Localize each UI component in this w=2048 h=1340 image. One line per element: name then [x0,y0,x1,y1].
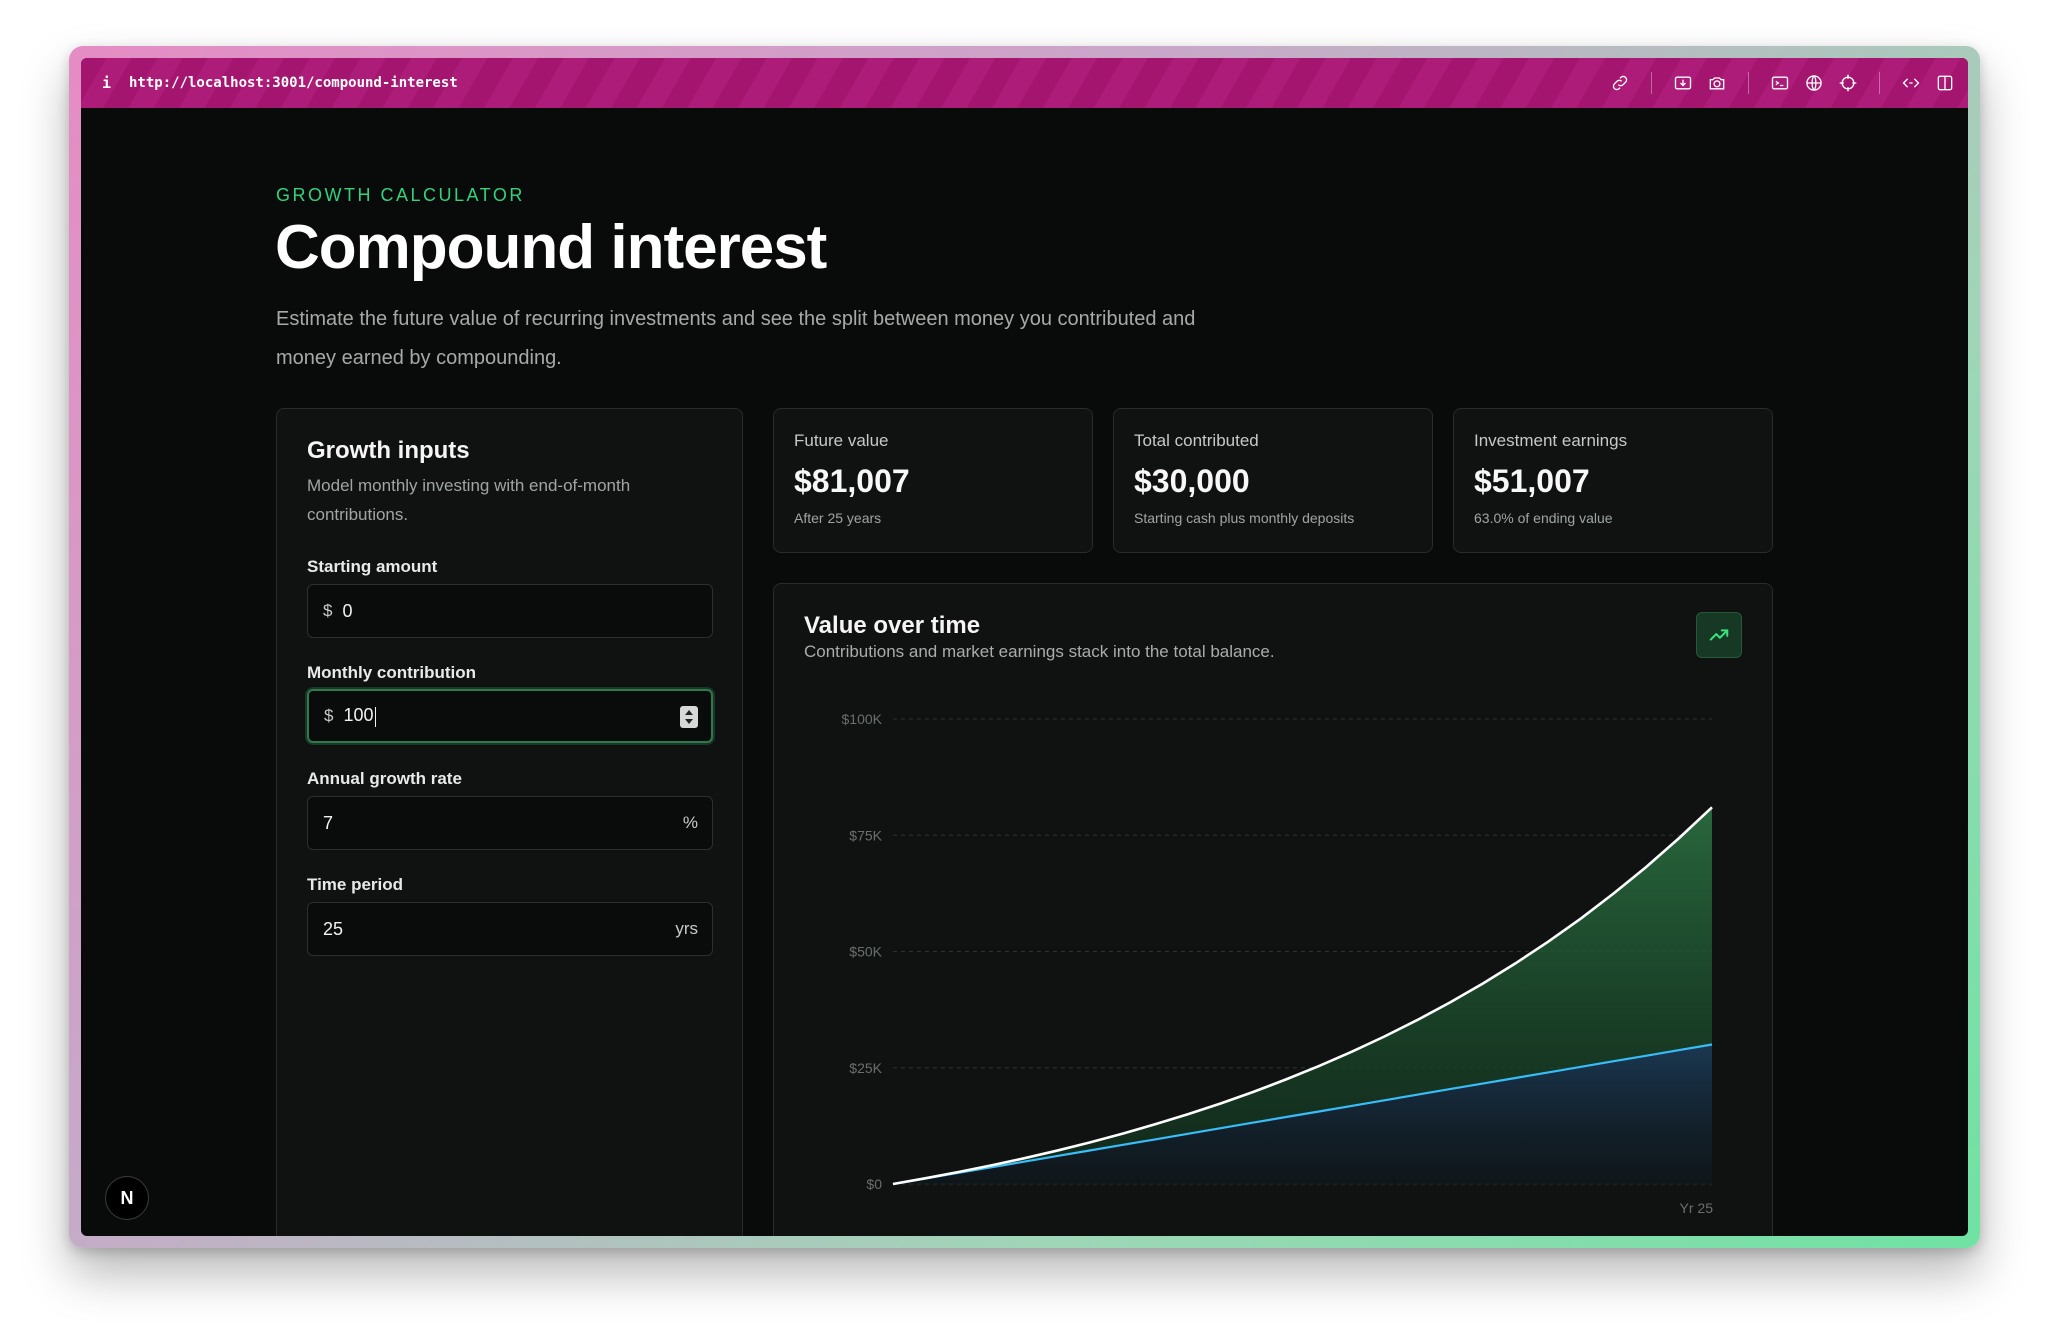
next-dev-badge[interactable]: N [105,1176,149,1220]
y-tick-label: $50K [849,944,882,960]
inputs-subtitle: Model monthly investing with end-of-mont… [307,476,631,524]
link-icon[interactable] [1603,66,1637,100]
toolbar-separator [1748,72,1749,94]
number-stepper[interactable] [680,706,698,728]
monthly-contribution-label: Monthly contribution [307,663,477,682]
stat-card-total-contributed: Total contributed $30,000 Starting cash … [1113,408,1433,553]
starting-amount-field[interactable]: $ 0 [307,584,713,638]
time-period-value[interactable]: 25 [323,919,343,940]
y-tick-label: $75K [849,827,882,843]
stat-card-investment-earnings: Investment earnings $51,007 63.0% of end… [1453,408,1773,553]
stat-note: 63.0% of ending value [1474,510,1613,526]
time-period-field[interactable]: 25 yrs [307,902,713,956]
stat-value: $30,000 [1134,463,1250,499]
page-eyebrow: GROWTH CALCULATOR [276,185,525,205]
trending-up-icon[interactable] [1696,612,1742,658]
stat-label: Future value [794,431,889,450]
inputs-title: Growth inputs [307,437,470,464]
chart-subtitle: Contributions and market earnings stack … [804,642,1275,661]
browser-window-frame: i http://localhost:3001/compound-interes… [69,46,1980,1248]
stat-note: Starting cash plus monthly deposits [1134,510,1355,526]
address-bar-url[interactable]: http://localhost:3001/compound-interest [129,75,458,91]
stat-label: Total contributed [1134,431,1259,450]
crosshair-icon[interactable] [1831,66,1865,100]
value-over-time-chart: $0 $25K $50K $75K $100K Yr 25 [842,711,1714,1216]
time-period-label: Time period [307,875,404,894]
stat-value: $51,007 [1474,463,1590,499]
stepper-down-icon[interactable] [685,719,693,724]
starting-amount-value[interactable]: 0 [342,601,352,622]
code-icon[interactable] [1894,66,1928,100]
percent-suffix: % [682,813,698,832]
chart-title: Value over time [804,612,981,639]
image-download-icon[interactable] [1666,66,1700,100]
page-content: GROWTH CALCULATOR Compound interest Esti… [81,108,1968,1236]
years-suffix: yrs [675,919,698,938]
value-over-time-card: Value over time Contributions and market… [773,583,1773,1236]
growth-inputs-card: Growth inputs Model monthly investing wi… [276,408,743,1236]
page-description: Estimate the future value of recurring i… [276,308,1196,369]
text-caret [374,706,376,727]
chart-y-ticks: $0 $25K $50K $75K $100K [842,711,883,1192]
terminal-icon[interactable] [1763,66,1797,100]
annual-growth-rate-label: Annual growth rate [307,769,462,788]
stat-note: After 25 years [794,510,882,526]
annual-growth-rate-field[interactable]: 7 % [307,796,713,850]
annual-growth-rate-value[interactable]: 7 [323,813,333,834]
sidebar-icon[interactable] [1928,66,1962,100]
toolbar-separator [1879,72,1880,94]
globe-icon[interactable] [1797,66,1831,100]
monthly-contribution-field[interactable]: $ 100 [307,689,713,743]
currency-prefix: $ [323,601,333,620]
y-tick-label: $0 [866,1176,882,1192]
stat-value: $81,007 [794,463,910,499]
y-tick-label: $25K [849,1060,882,1076]
monthly-contribution-text: 100 [343,705,374,726]
currency-prefix: $ [324,706,334,725]
info-icon[interactable]: i [102,74,114,92]
starting-amount-label: Starting amount [307,557,438,576]
browser-window: i http://localhost:3001/compound-interes… [81,58,1968,1236]
y-tick-label: $100K [842,711,883,727]
browser-toolbar: i http://localhost:3001/compound-interes… [81,58,1968,108]
toolbar-separator [1651,72,1652,94]
monthly-contribution-value[interactable]: 100 [343,705,376,727]
toolbar-icons [1603,58,1962,108]
page-title: Compound interest [275,213,827,282]
x-axis-end-label: Yr 25 [1680,1200,1714,1216]
stepper-up-icon[interactable] [685,710,693,715]
stat-card-future-value: Future value $81,007 After 25 years [773,408,1093,553]
stat-label: Investment earnings [1474,431,1628,450]
camera-icon[interactable] [1700,66,1734,100]
